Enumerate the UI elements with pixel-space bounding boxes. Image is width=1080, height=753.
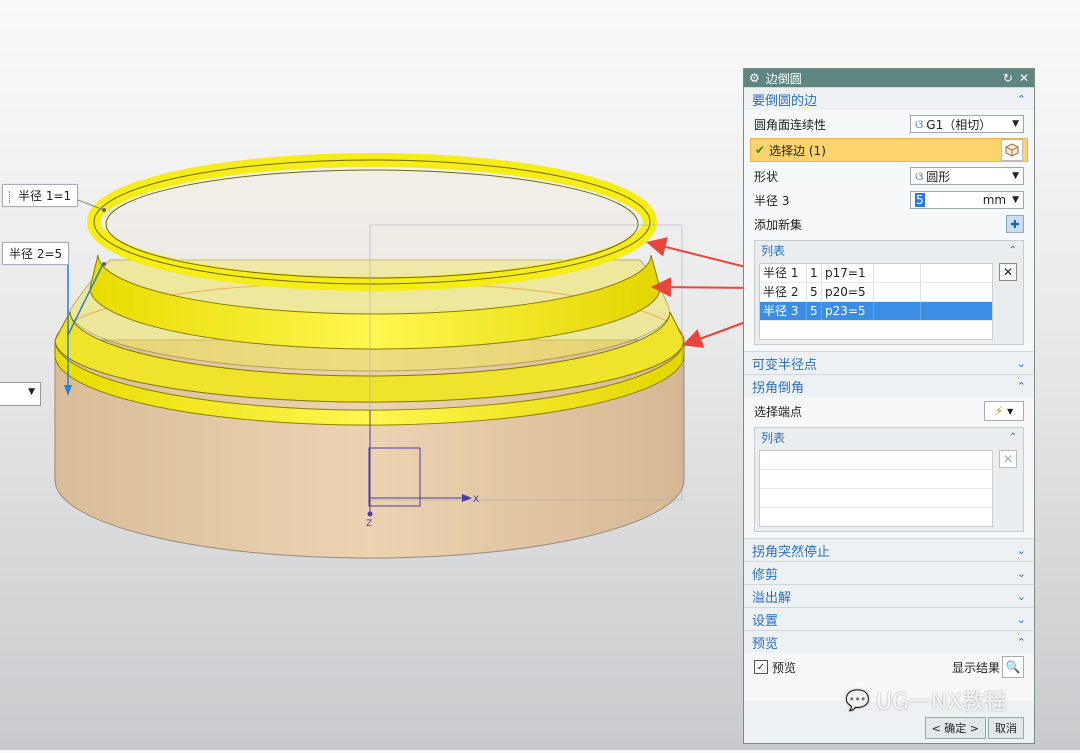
list-item[interactable]: 半径 2 5 p20=5 <box>760 283 992 302</box>
continuity-label: 圆角面连续性 <box>754 117 827 132</box>
radius-2-tag[interactable]: 半径 2=5 <box>2 242 70 265</box>
delete-icon: ✕ <box>999 450 1017 468</box>
continuity-icon: ଓ <box>915 116 924 131</box>
cancel-button[interactable]: 取消 <box>988 717 1024 739</box>
edge-blend-dialog: ⚙ 边倒圆 ↻ ✕ 要倒圆的边 ⌃ 圆角面连续性 ଓ G1（相切） ▼ ✔ 选择… <box>743 68 1035 744</box>
select-edge-row[interactable]: ✔ 选择边 (1) <box>750 138 1028 162</box>
chevron-down-icon: ⌄ <box>1016 566 1026 580</box>
gear-icon[interactable]: ⚙ <box>749 71 760 85</box>
chevron-up-icon: ⌃ <box>1016 92 1026 106</box>
lightning-icon: ⚡ <box>994 404 1004 418</box>
select-end-label: 选择端点 <box>754 404 803 419</box>
chevron-down-icon: ▼ <box>28 387 35 397</box>
list-item[interactable] <box>760 508 992 526</box>
chevron-down-icon: ⌄ <box>1016 356 1026 370</box>
corner-list-panel: 列表 ⌃ ✕ <box>754 427 1024 532</box>
cube-icon[interactable] <box>1001 139 1023 161</box>
chevron-down-icon: ▼ <box>1012 171 1019 181</box>
list-item-selected[interactable]: 半径 3 5 p23=5 <box>760 302 992 321</box>
radius-1-tag[interactable]: 半径 1=1 <box>2 184 79 207</box>
delete-icon[interactable]: ✕ <box>999 263 1017 281</box>
search-icon: 🔍 <box>1005 660 1021 674</box>
chevron-down-icon: ⌄ <box>1016 543 1026 557</box>
section-corner-stop-header[interactable]: 拐角突然停止 ⌄ <box>744 538 1034 561</box>
axis-z-label: Z <box>366 519 372 529</box>
checkmark-icon: ✔ <box>755 143 766 157</box>
shape-label: 形状 <box>754 169 779 184</box>
shape-icon: ଓ <box>915 168 924 183</box>
chevron-up-icon: ⌃ <box>1008 244 1017 256</box>
section-corner-setback-body: 选择端点 ⚡ ▼ 列表 ⌃ ✕ <box>744 397 1034 538</box>
corner-list[interactable] <box>759 450 993 527</box>
wechat-icon: 💬 <box>845 688 870 712</box>
section-overflow-header[interactable]: 溢出解 ⌄ <box>744 584 1034 607</box>
list-item[interactable] <box>760 489 992 508</box>
chevron-up-icon: ⌃ <box>1008 431 1017 443</box>
radius-input[interactable]: 5 mm ▼ <box>910 191 1024 209</box>
section-settings-header[interactable]: 设置 ⌄ <box>744 607 1034 630</box>
list-item[interactable] <box>760 470 992 489</box>
section-corner-setback-header[interactable]: 拐角倒角 ⌃ <box>744 374 1034 397</box>
radius-label: 半径 3 <box>754 193 790 208</box>
arrow-radius-1 <box>646 237 759 271</box>
chevron-up-icon: ⌃ <box>1016 635 1026 649</box>
reset-icon[interactable]: ↻ <box>1003 71 1013 85</box>
list-item[interactable]: 半径 1 1 p17=1 <box>760 264 992 283</box>
chevron-down-icon: ⌄ <box>1016 589 1026 603</box>
point-select-button[interactable]: ⚡ ▼ <box>984 401 1024 421</box>
radius-list[interactable]: 半径 1 1 p17=1 半径 2 5 p20=5 半径 3 5 p23=5 <box>759 263 993 340</box>
chevron-down-icon: ▼ <box>1012 119 1019 129</box>
add-icon: ✚ <box>1010 217 1020 231</box>
dialog-titlebar: ⚙ 边倒圆 ↻ ✕ <box>744 69 1034 87</box>
add-set-button[interactable]: ✚ <box>1006 215 1024 233</box>
section-edges-body: 圆角面连续性 ଓ G1（相切） ▼ ✔ 选择边 (1) 形状 ଓ 圆形 ▼ 半径… <box>744 110 1034 351</box>
chevron-down-icon: ▼ <box>1007 406 1014 416</box>
section-trim-header[interactable]: 修剪 ⌄ <box>744 561 1034 584</box>
section-edges-header[interactable]: 要倒圆的边 ⌃ <box>744 87 1034 110</box>
preview-checkbox[interactable]: ✓ <box>754 660 768 674</box>
show-result-button[interactable]: 🔍 <box>1002 656 1024 678</box>
shape-select[interactable]: ଓ 圆形 ▼ <box>910 167 1024 185</box>
radius-list-panel: 列表 ⌃ 半径 1 1 p17=1 半径 2 5 p20=5 半径 3 5 p2… <box>754 240 1024 345</box>
chevron-down-icon: ⌄ <box>1016 612 1026 626</box>
close-icon[interactable]: ✕ <box>1019 71 1029 85</box>
chevron-down-icon: ▼ <box>1012 195 1019 205</box>
section-variable-radius-header[interactable]: 可变半径点 ⌄ <box>744 351 1034 374</box>
add-set-label: 添加新集 <box>754 217 803 232</box>
continuity-select[interactable]: ଓ G1（相切） ▼ <box>910 115 1024 133</box>
list-item[interactable] <box>760 451 992 470</box>
chevron-up-icon: ⌃ <box>1016 379 1026 393</box>
axis-x-label: X <box>473 495 479 505</box>
section-preview-header[interactable]: 预览 ⌃ <box>744 630 1034 653</box>
watermark: 💬 UG一NX教程 <box>845 688 1007 715</box>
ok-button[interactable]: < 确定 > <box>924 717 986 739</box>
viewport-dropdown[interactable]: ▼ <box>0 382 41 406</box>
top-ring-inner <box>105 169 639 279</box>
